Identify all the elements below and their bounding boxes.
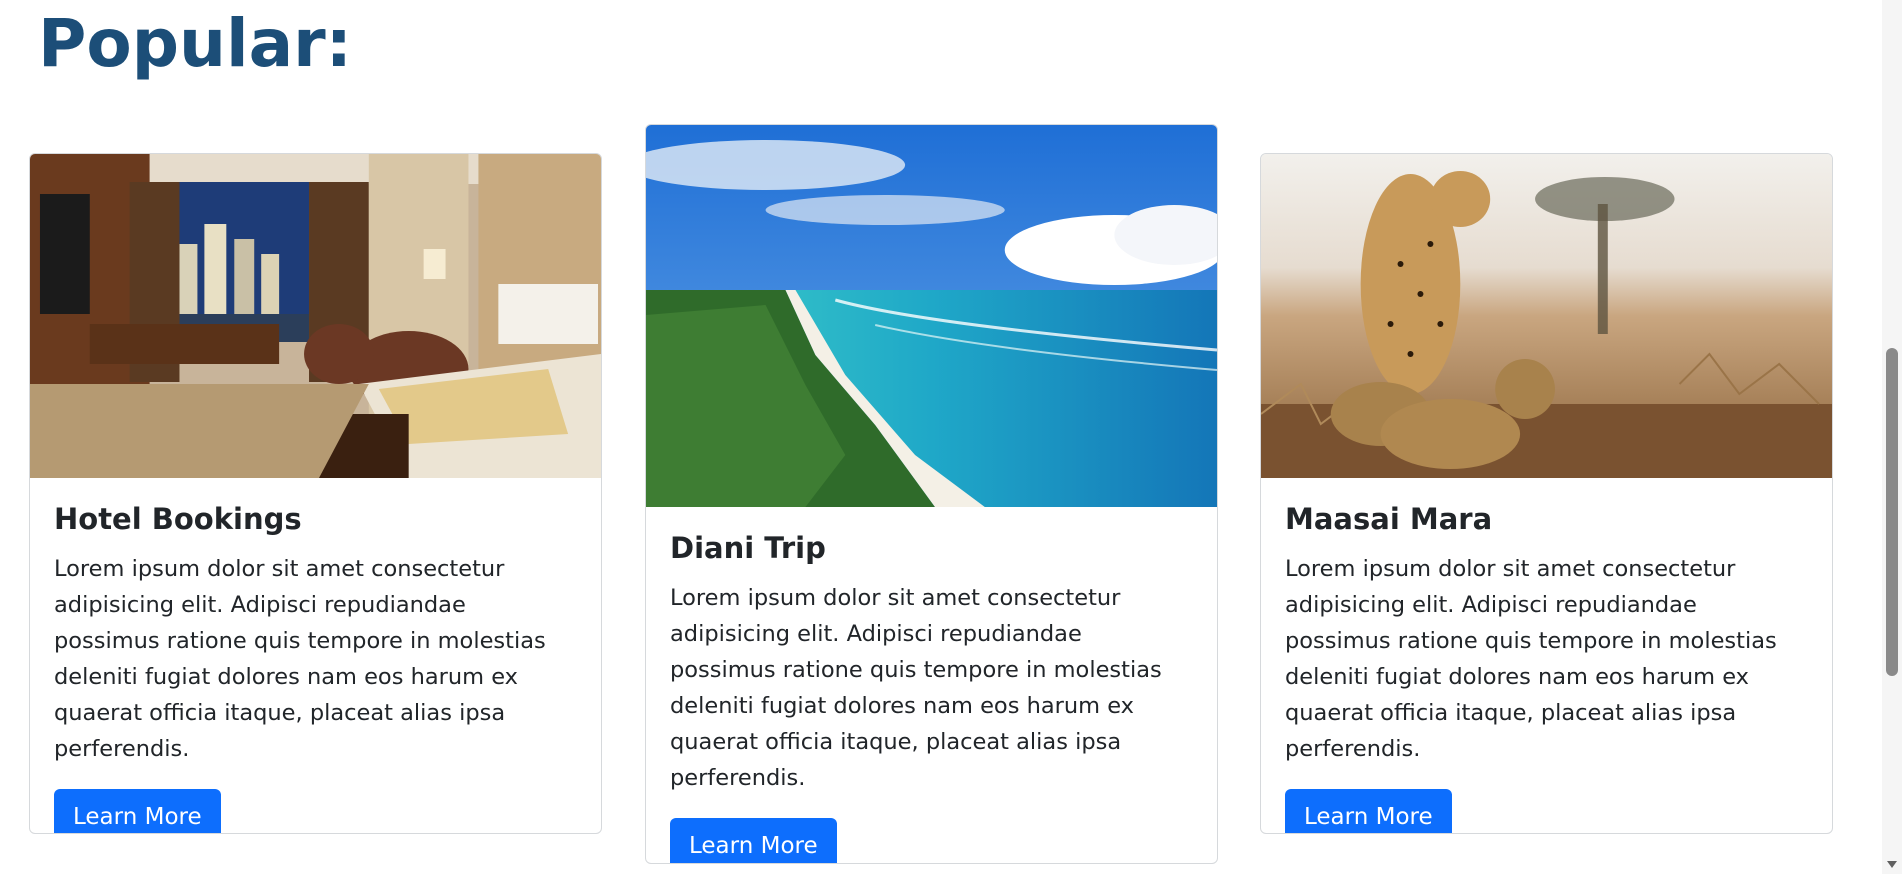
card-hotel-bookings: Hotel Bookings Lorem ipsum dolor sit ame… [29,153,602,834]
card-title: Diani Trip [670,531,826,565]
beach-aerial-image [646,125,1217,507]
scroll-down-arrow-icon[interactable] [1887,861,1897,868]
card-title: Maasai Mara [1285,502,1493,536]
hotel-room-image [30,154,601,478]
card-title: Hotel Bookings [54,502,302,536]
learn-more-button[interactable]: Learn More [54,788,221,833]
learn-more-button[interactable]: Learn More [670,817,837,863]
section-title: Popular: [38,5,353,82]
scrollbar-thumb[interactable] [1886,348,1898,676]
vertical-scrollbar[interactable] [1882,0,1902,874]
card-text: Lorem ipsum dolor sit amet consectetur a… [54,555,546,762]
card-diani-trip: Diani Trip Lorem ipsum dolor sit amet co… [645,124,1218,864]
card-text: Lorem ipsum dolor sit amet consectetur a… [670,584,1162,791]
learn-more-button[interactable]: Learn More [1285,788,1452,833]
cheetah-savanna-image [1261,154,1832,478]
card-maasai-mara: Maasai Mara Lorem ipsum dolor sit amet c… [1260,153,1833,834]
card-text: Lorem ipsum dolor sit amet consectetur a… [1285,555,1777,762]
